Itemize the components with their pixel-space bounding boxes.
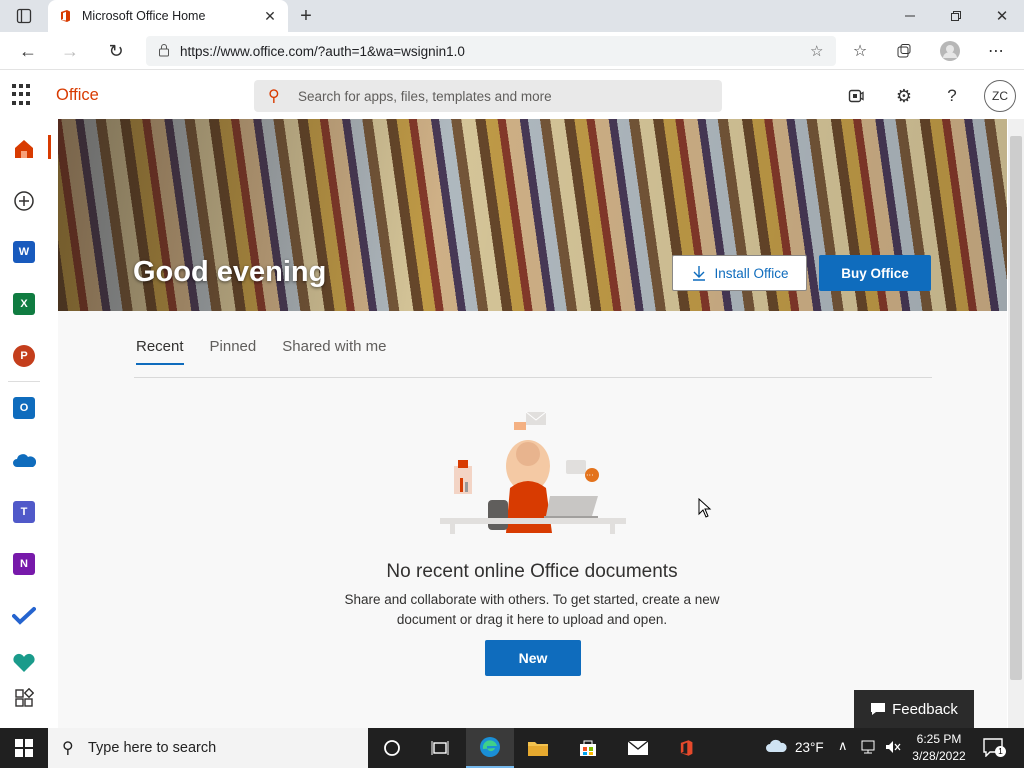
search-placeholder: Search for apps, files, templates and mo… — [298, 88, 552, 104]
new-document-button[interactable]: New — [485, 640, 581, 676]
edge-taskbar-icon[interactable] — [466, 728, 514, 768]
rail-todo[interactable] — [0, 594, 48, 638]
tab-actions-icon[interactable] — [12, 6, 36, 26]
browser-tab-office[interactable]: Microsoft Office Home ✕ — [48, 0, 288, 32]
onenote-icon: N — [13, 553, 35, 575]
add-favorite-icon[interactable]: ☆ — [810, 42, 836, 60]
rail-excel[interactable]: X — [0, 282, 48, 326]
excel-icon: X — [13, 293, 35, 315]
mouse-cursor-icon — [698, 498, 712, 518]
refresh-icon[interactable]: ↻ — [102, 38, 130, 64]
feedback-icon — [871, 703, 886, 715]
file-explorer-icon[interactable] — [514, 728, 562, 768]
more-icon[interactable]: ⋯ — [984, 38, 1008, 64]
profile-icon[interactable] — [938, 38, 962, 64]
tab-shared-with-me[interactable]: Shared with me — [282, 338, 386, 365]
back-icon[interactable]: ← — [14, 38, 42, 64]
feedback-button[interactable]: Feedback — [854, 690, 974, 728]
empty-state-title: No recent online Office documents — [386, 561, 678, 582]
help-icon[interactable]: ? — [940, 84, 964, 108]
family-safety-icon — [13, 653, 35, 672]
clock-date: 3/28/2022 — [912, 749, 966, 763]
show-hidden-icons-icon[interactable]: ∧ — [838, 738, 848, 754]
svg-text:···: ··· — [586, 471, 594, 480]
empty-state-description: Share and collaborate with others. To ge… — [344, 592, 720, 627]
create-icon — [14, 191, 34, 211]
app-launcher-icon[interactable] — [12, 84, 34, 106]
store-icon[interactable] — [564, 728, 612, 768]
rail-word[interactable]: W — [0, 230, 48, 274]
download-icon — [693, 266, 706, 281]
powerpoint-icon: P — [13, 345, 35, 367]
home-icon — [15, 140, 33, 158]
collections-icon[interactable] — [892, 38, 916, 64]
rail-onenote[interactable]: N — [0, 542, 48, 586]
office-search-input[interactable]: ⚲ Search for apps, files, templates and … — [254, 80, 722, 112]
all-apps-icon — [15, 688, 34, 707]
greeting: Good evening — [133, 256, 327, 288]
rail-all-apps[interactable] — [0, 676, 48, 720]
task-view-icon[interactable] — [416, 728, 464, 768]
word-icon: W — [13, 241, 35, 263]
install-office-button[interactable]: Install Office — [672, 255, 807, 291]
rail-create[interactable] — [0, 179, 48, 223]
office-brand[interactable]: Office — [56, 86, 99, 105]
teams-icon: T — [13, 501, 35, 523]
search-icon: ⚲ — [268, 88, 280, 105]
notification-count: 1 — [995, 746, 1006, 757]
avatar[interactable]: ZC — [984, 80, 1016, 112]
favorites-icon[interactable]: ☆ — [848, 38, 872, 64]
restore-icon[interactable] — [942, 4, 970, 28]
rail-powerpoint[interactable]: P — [0, 334, 48, 378]
address-bar[interactable]: https://www.office.com/?auth=1&wa=wsigni… — [146, 36, 836, 66]
taskbar-search-icon: ⚲ — [62, 740, 74, 757]
volume-muted-icon[interactable] — [884, 739, 902, 760]
taskbar-search-placeholder: Type here to search — [88, 740, 217, 756]
rail-divider — [8, 381, 40, 382]
office-taskbar-icon[interactable] — [662, 728, 710, 768]
outlook-icon: O — [13, 397, 35, 419]
weather-temperature: 23°F — [795, 740, 824, 755]
minimize-icon[interactable] — [896, 4, 924, 28]
start-button[interactable] — [0, 728, 48, 768]
notifications-icon[interactable]: 1 — [982, 737, 1006, 759]
weather-icon[interactable] — [764, 736, 788, 759]
todo-icon — [12, 607, 36, 625]
windows-logo-icon — [15, 739, 33, 757]
tab-pinned[interactable]: Pinned — [210, 338, 257, 365]
active-indicator — [48, 135, 51, 159]
close-window-icon[interactable]: ✕ — [988, 4, 1016, 28]
taskbar-search-input[interactable]: ⚲ Type here to search — [48, 728, 368, 768]
office-favicon-icon — [61, 10, 70, 22]
tab-recent[interactable]: Recent — [136, 338, 184, 365]
meet-now-icon[interactable] — [844, 84, 868, 108]
rail-teams[interactable]: T — [0, 490, 48, 534]
new-tab-icon[interactable]: + — [294, 4, 318, 28]
rail-home[interactable] — [0, 127, 48, 171]
cortana-icon[interactable] — [368, 728, 416, 768]
tabs-divider — [134, 377, 932, 378]
scrollbar-thumb[interactable] — [1010, 136, 1022, 680]
settings-gear-icon[interactable]: ⚙ — [892, 84, 916, 108]
install-office-label: Install Office — [714, 265, 789, 281]
clock-time: 6:25 PM — [916, 732, 962, 746]
rail-outlook[interactable]: O — [0, 386, 48, 430]
empty-state-illustration: ··· — [440, 411, 626, 534]
tab-title: Microsoft Office Home — [82, 9, 206, 23]
rail-onedrive[interactable] — [0, 438, 48, 482]
url-text: https://www.office.com/?auth=1&wa=wsigni… — [180, 43, 465, 59]
forward-icon[interactable]: → — [56, 38, 84, 64]
document-tabs: Recent Pinned Shared with me — [136, 338, 386, 365]
mail-icon[interactable] — [614, 728, 662, 768]
lock-icon — [158, 43, 180, 60]
feedback-label: Feedback — [892, 700, 958, 718]
network-icon[interactable] — [860, 739, 878, 760]
buy-office-button[interactable]: Buy Office — [819, 255, 931, 291]
close-tab-icon[interactable]: ✕ — [262, 8, 278, 25]
taskbar-clock[interactable]: 6:25 PM 3/28/2022 — [905, 731, 973, 765]
onedrive-icon — [13, 454, 36, 467]
